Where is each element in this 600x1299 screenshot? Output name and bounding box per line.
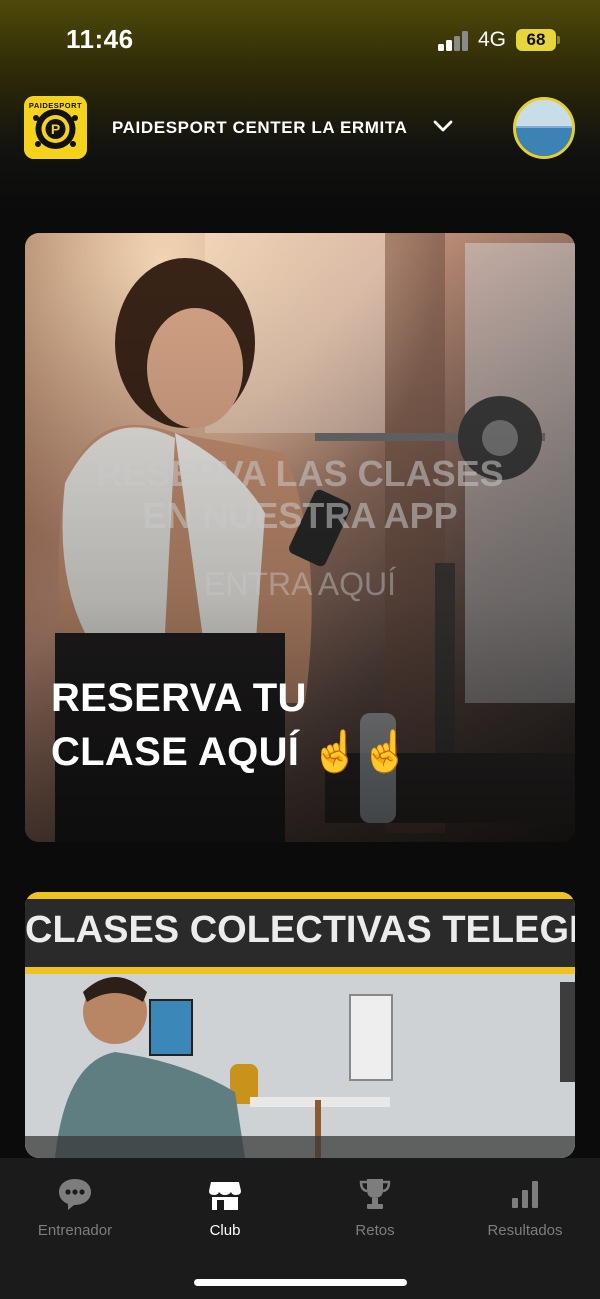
club-logo-graphic: P PAIDESPORT	[24, 96, 87, 159]
bar-chart-icon	[512, 1181, 538, 1208]
bottom-tab-bar: Entrenador Club Retos Resultados	[0, 1158, 600, 1299]
app-screen: 11:46 4G 68 P PAIDESPORT PAIDESPORT CENT…	[0, 0, 600, 1299]
club-header: P PAIDESPORT PAIDESPORT CENTER LA ERMITA	[0, 96, 600, 160]
signal-strength-icon	[438, 31, 470, 51]
tab-resultados[interactable]: Resultados	[450, 1158, 600, 1258]
logo-letter: P	[51, 121, 60, 137]
battery-level: 68	[526, 30, 546, 49]
tab-retos[interactable]: Retos	[300, 1158, 450, 1258]
tab-label: Retos	[355, 1222, 395, 1239]
banner-cta-line2: CLASE AQUÍ ☝️☝️	[51, 730, 411, 774]
banner-overlay-subtitle: ENTRA AQUÍ	[203, 566, 397, 602]
banner-cta-heading: RESERVA TU CLASE AQUÍ ☝️☝️	[51, 671, 411, 779]
banner-overlay-title: RESERVA LAS CLASES EN NUESTRA APP	[25, 453, 575, 537]
banner-title: CLASES COLECTIVAS TELEGIM	[25, 909, 575, 951]
tab-entrenador[interactable]: Entrenador	[0, 1158, 150, 1258]
battery-tip	[557, 36, 560, 44]
reserve-class-banner[interactable]: RESERVA LAS CLASES EN NUESTRA APP ENTRA …	[25, 233, 575, 842]
club-name[interactable]: PAIDESPORT CENTER LA ERMITA	[112, 118, 407, 138]
chat-bubble-icon	[59, 1179, 91, 1210]
home-indicator[interactable]	[194, 1279, 407, 1286]
tab-label: Club	[209, 1222, 241, 1239]
tab-club[interactable]: Club	[150, 1158, 300, 1258]
battery-icon: 68	[516, 29, 556, 51]
trophy-icon	[359, 1179, 391, 1209]
tab-label: Resultados	[487, 1222, 563, 1239]
status-time: 11:46	[66, 24, 134, 54]
tab-label: Entrenador	[37, 1222, 113, 1239]
avatar-photo	[516, 100, 572, 156]
chevron-down-icon[interactable]	[432, 118, 454, 134]
profile-avatar[interactable]	[513, 97, 575, 159]
status-bar: 11:46 4G 68	[0, 0, 600, 80]
banner-overlay-line2: EN NUESTRA APP	[142, 495, 458, 536]
banner-cta-line1: RESERVA TU	[51, 676, 307, 720]
logo-text: PAIDESPORT	[29, 101, 82, 110]
storefront-icon	[209, 1182, 241, 1210]
group-classes-banner[interactable]: CLASES COLECTIVAS TELEGIM	[25, 892, 575, 1158]
banner-overlay-line1: RESERVA LAS CLASES	[96, 453, 504, 494]
network-type: 4G	[478, 28, 507, 51]
club-logo[interactable]: P PAIDESPORT	[24, 96, 87, 159]
